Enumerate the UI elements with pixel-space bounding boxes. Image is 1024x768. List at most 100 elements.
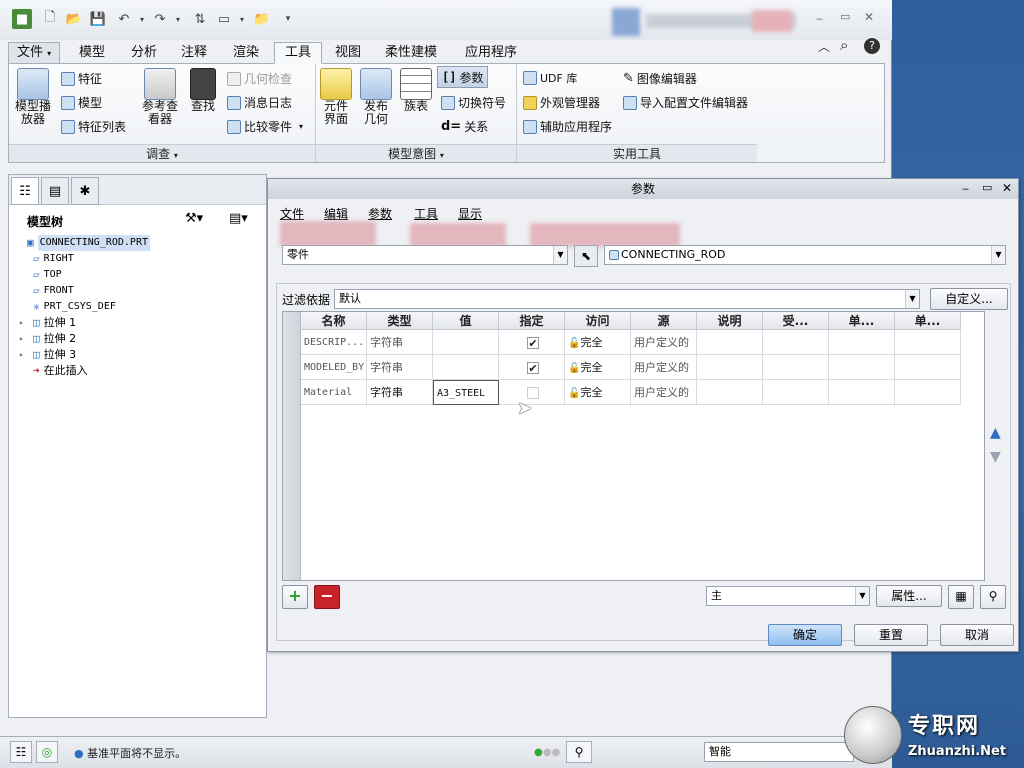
- expand-icon[interactable]: ▸: [19, 331, 29, 347]
- table-cell[interactable]: [895, 355, 961, 380]
- table-cell[interactable]: 字符串: [367, 380, 433, 405]
- reference-viewer-button[interactable]: 参考查 看器: [137, 68, 183, 126]
- tab-render[interactable]: 渲染: [224, 42, 268, 64]
- tab-model[interactable]: 模型: [70, 42, 114, 64]
- table-cell[interactable]: Material: [301, 380, 367, 405]
- ok-button[interactable]: 确定: [768, 624, 842, 646]
- maximize-icon[interactable]: ▭: [840, 10, 850, 23]
- table-cell[interactable]: 字符串: [367, 355, 433, 380]
- table-cell[interactable]: MODELED_BY: [301, 355, 367, 380]
- table-cell[interactable]: 字符串: [367, 330, 433, 355]
- new-file-icon[interactable]: 🗋: [40, 9, 60, 29]
- table-cell[interactable]: DESCRIP...: [301, 330, 367, 355]
- column-header[interactable]: 单...: [895, 312, 961, 330]
- lookin-object-select[interactable]: CONNECTING_ROD ▼: [604, 245, 1006, 265]
- dialog-maximize-icon[interactable]: ▭: [982, 181, 992, 194]
- tab-view[interactable]: 视图: [326, 42, 370, 64]
- column-header[interactable]: 受...: [763, 312, 829, 330]
- redo-dropdown-icon[interactable]: ▾: [168, 9, 188, 29]
- table-cell[interactable]: 🔓完全: [565, 330, 631, 355]
- feature-list-button[interactable]: 特征列表: [61, 118, 126, 135]
- main-select[interactable]: 主 ▼: [706, 586, 870, 606]
- tab-file[interactable]: 文件 ▾: [8, 42, 60, 64]
- select-object-arrow-icon[interactable]: ⬉: [574, 245, 598, 267]
- tab-analysis[interactable]: 分析: [122, 42, 166, 64]
- column-header[interactable]: 访问: [565, 312, 631, 330]
- table-cell[interactable]: [895, 330, 961, 355]
- cancel-button[interactable]: 取消: [940, 624, 1014, 646]
- tree-item[interactable]: ➜ 在此插入: [19, 363, 88, 379]
- customize-qat-icon[interactable]: ▾: [278, 9, 298, 29]
- expand-icon[interactable]: ▸: [19, 315, 29, 331]
- windows-icon[interactable]: ▭: [214, 9, 234, 29]
- lookin-type-select[interactable]: 零件 ▼: [282, 245, 568, 265]
- show-icon[interactable]: ▤▾: [229, 211, 248, 226]
- table-cell[interactable]: [829, 355, 895, 380]
- table-cell[interactable]: [697, 355, 763, 380]
- tree-item[interactable]: ▸ ◫ 拉伸 1: [19, 315, 76, 331]
- message-log-button[interactable]: 消息日志: [227, 94, 292, 111]
- model-tree-toggle-icon[interactable]: ☷: [10, 741, 32, 763]
- tree-item[interactable]: ▱ RIGHT: [19, 251, 74, 267]
- properties-button[interactable]: 属性...: [876, 585, 942, 607]
- column-header[interactable]: 名称: [301, 312, 367, 330]
- model-button[interactable]: 模型: [61, 94, 102, 111]
- dialog-menu-display[interactable]: 显示: [458, 205, 482, 222]
- add-parameter-button[interactable]: +: [282, 585, 308, 609]
- import-config-editor-button[interactable]: 导入配置文件编辑器: [623, 94, 748, 111]
- model-intent-group-label[interactable]: 模型意图 ▾: [316, 144, 516, 162]
- tree-item[interactable]: ▸ ◫ 拉伸 3: [19, 347, 76, 363]
- compare-dropdown-icon[interactable]: ▾: [299, 122, 303, 131]
- column-header[interactable]: 值: [433, 312, 499, 330]
- model-player-button[interactable]: 模型播 放器: [13, 68, 53, 126]
- table-cell[interactable]: [763, 355, 829, 380]
- family-table-button[interactable]: 族表: [399, 68, 433, 113]
- column-header[interactable]: 源: [631, 312, 697, 330]
- find-binoculars-icon[interactable]: ⚲: [980, 585, 1006, 609]
- redo-icon[interactable]: ↷: [150, 9, 170, 29]
- investigate-group-label[interactable]: 调查 ▾: [9, 144, 315, 162]
- table-cell[interactable]: [697, 330, 763, 355]
- settings-icon[interactable]: ⚒▾: [185, 211, 203, 226]
- reset-button[interactable]: 重置: [854, 624, 928, 646]
- find-status-icon[interactable]: ⚲: [566, 741, 592, 763]
- column-header[interactable]: 单...: [829, 312, 895, 330]
- minimize-icon[interactable]: ‒: [816, 12, 823, 25]
- column-header[interactable]: 类型: [367, 312, 433, 330]
- close-icon[interactable]: ✕: [864, 10, 874, 24]
- dialog-menu-edit[interactable]: 编辑: [324, 205, 348, 222]
- column-header[interactable]: 说明: [697, 312, 763, 330]
- tree-item[interactable]: ▸ ◫ 拉伸 2: [19, 331, 76, 347]
- table-cell[interactable]: [829, 330, 895, 355]
- table-cell[interactable]: [433, 330, 499, 355]
- table-cell[interactable]: ✔: [499, 355, 565, 380]
- search-icon[interactable]: ⌕: [840, 36, 848, 54]
- switch-symbols-button[interactable]: 切换符号: [441, 94, 506, 111]
- table-cell[interactable]: 用户定义的: [631, 355, 697, 380]
- help-icon[interactable]: ?: [864, 38, 880, 54]
- table-cell[interactable]: [763, 330, 829, 355]
- regenerate-icon[interactable]: ⇅: [190, 9, 210, 29]
- designated-checkbox[interactable]: ✔: [527, 337, 539, 349]
- publish-geometry-button[interactable]: 发布 几何: [359, 68, 393, 126]
- tab-flexible-modeling[interactable]: 柔性建模: [376, 42, 446, 64]
- open-file-icon[interactable]: 📂: [64, 9, 84, 29]
- expand-icon[interactable]: ▸: [19, 347, 29, 363]
- table-cell[interactable]: [697, 380, 763, 405]
- udf-library-button[interactable]: UDF 库: [523, 70, 577, 86]
- find-button[interactable]: 查找: [187, 68, 219, 113]
- table-view-icon[interactable]: ▦: [948, 585, 974, 609]
- table-cell[interactable]: [829, 380, 895, 405]
- customize-button[interactable]: 自定义...: [930, 288, 1008, 310]
- dialog-close-icon[interactable]: ✕: [1002, 181, 1012, 195]
- save-icon[interactable]: 💾: [88, 9, 108, 29]
- table-cell[interactable]: 用户定义的: [631, 380, 697, 405]
- smart-filter-select[interactable]: 智能: [704, 742, 854, 762]
- tree-item[interactable]: ▣ CONNECTING_ROD.PRT: [13, 235, 150, 251]
- tab-annotate[interactable]: 注释: [172, 42, 216, 64]
- tab-tools[interactable]: 工具: [274, 42, 322, 64]
- table-cell[interactable]: 用户定义的: [631, 330, 697, 355]
- relations-button[interactable]: d= 关系: [441, 118, 488, 135]
- close-window-icon[interactable]: 📁: [252, 9, 272, 29]
- folder-browser-tab-icon[interactable]: ▤: [41, 177, 69, 205]
